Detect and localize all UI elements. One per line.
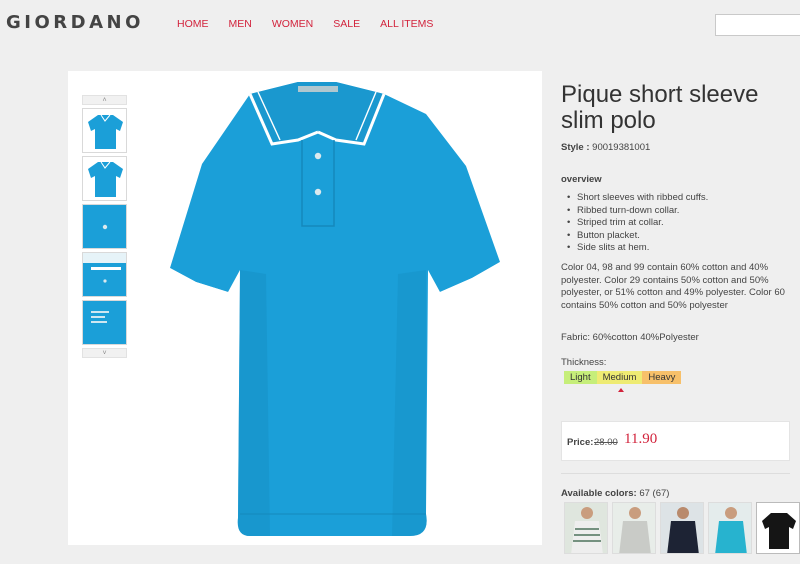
thumbnail-strip: ˄ ˅ [82,95,127,358]
thumbnail-up-button[interactable]: ˄ [82,95,127,105]
thumbnail-label-detail[interactable] [82,300,127,345]
style-label: Style : [561,142,590,153]
color-swatch-grey[interactable] [612,502,656,554]
chevron-up-icon: ˄ [102,96,107,104]
fabric-detail-icon [83,205,126,248]
feature-list: Short sleeves with ribbed cuffs. Ribbed … [567,192,708,255]
thickness-light: Light [564,371,597,384]
nav-sale[interactable]: SALE [333,18,360,30]
color-swatch-turquoise[interactable] [708,502,752,554]
available-colors-label: Available colors: 67 (67) [561,488,669,499]
list-item: Striped trim at collar. [567,217,708,230]
color-swatches [564,502,800,554]
list-item: Ribbed turn-down collar. [567,205,708,218]
style-value: 90019381001 [592,142,651,153]
nav-women[interactable]: WOMEN [272,18,313,30]
thumbnail-front[interactable] [82,108,127,153]
fabric-text: Fabric: 60%cotton 40%Polyester [561,332,699,343]
price-label: Price: [567,437,594,448]
model-photo-icon [709,503,751,553]
color-swatch-black[interactable] [756,502,800,554]
model-photo-icon [613,503,655,553]
polo-thumb-icon [757,503,799,553]
overview-heading: overview [561,174,602,185]
nav-all-items[interactable]: ALL ITEMS [380,18,433,30]
divider [561,473,790,474]
polo-thumb-icon [88,161,123,197]
original-price: 28.00 [594,437,618,448]
price-box: Price: 28.00 11.90 [561,421,790,461]
thumbnail-button-detail[interactable] [82,204,127,249]
available-colors-count: 67 (67) [639,488,670,499]
polo-shirt-image [167,82,502,536]
sale-price: 11.90 [624,431,658,447]
polo-thumb-icon [88,114,123,149]
list-item: Side slits at hem. [567,242,708,255]
product-title: Pique short sleeve slim polo [561,81,759,134]
collar-detail-icon [83,253,126,296]
model-photo-icon [661,503,703,553]
thickness-indicator-icon [618,388,624,392]
style-number: Style : 90019381001 [561,142,650,153]
main-nav: HOME MEN WOMEN SALE ALL ITEMS [177,18,453,30]
thickness-heavy: Heavy [642,371,682,384]
label-detail-icon [83,301,126,344]
thumbnail-down-button[interactable]: ˅ [82,348,127,358]
model-photo-icon [565,503,607,553]
color-composition-text: Color 04, 98 and 99 contain 60% cotton a… [561,262,785,311]
nav-home[interactable]: HOME [177,18,209,30]
thickness-medium: Medium [596,371,643,384]
list-item: Button placket. [567,230,708,243]
thumbnail-front-alt[interactable] [82,156,127,201]
chevron-down-icon: ˅ [102,349,107,357]
thickness-scale: Light Medium Heavy [564,371,682,384]
search-input[interactable] [715,14,800,36]
thumbnail-collar-detail[interactable] [82,252,127,297]
nav-men[interactable]: MEN [229,18,252,30]
product-gallery: ˄ ˅ [68,71,542,545]
available-colors-title: Available colors: [561,488,637,499]
color-swatch-navy[interactable] [660,502,704,554]
thickness-label: Thickness: [561,357,607,368]
brand-logo[interactable]: GIORDANO [6,12,144,33]
color-swatch-white-stripe[interactable] [564,502,608,554]
list-item: Short sleeves with ribbed cuffs. [567,192,708,205]
